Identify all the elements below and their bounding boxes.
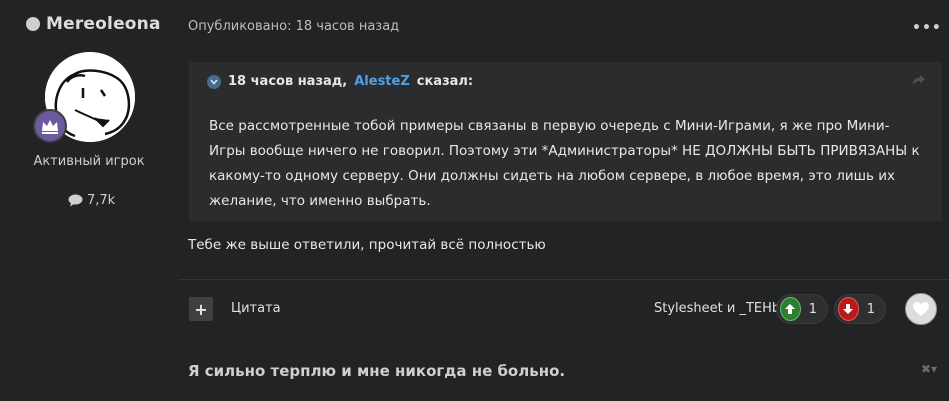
post-reply-text: Тебе же выше ответили, прочитай всё полн… [188, 237, 546, 253]
post-date[interactable]: Опубликовано: 18 часов назад [188, 19, 399, 34]
author-panel: Mereoleona Активный игрок 7,7k [0, 0, 178, 401]
author-rank: Активный игрок [33, 154, 145, 169]
like-button[interactable] [905, 293, 937, 325]
chevron-down-icon[interactable] [207, 74, 221, 89]
quote-time: 18 часов назад, [228, 74, 348, 89]
author-name-row: Mereoleona [26, 14, 161, 34]
crown-badge-icon [33, 109, 67, 143]
signature-close-icon[interactable]: ✖▾ [921, 362, 937, 376]
quote-body: Все рассмотренные тобой примеры связаны … [209, 118, 920, 209]
signature: Я сильно терплю и мне никогда не больно. [188, 362, 566, 380]
reactors-list[interactable]: Stylesheet и _TEHb_ [654, 301, 787, 316]
post-count-value: 7,7k [87, 193, 116, 208]
quote-said: сказал: [416, 74, 474, 89]
quote-author-link[interactable]: AlesteZ [354, 74, 410, 89]
quote-header: 18 часов назад, AlesteZ сказал: [207, 74, 473, 89]
post-count[interactable]: 7,7k [68, 193, 115, 208]
arrow-down-icon [838, 297, 859, 321]
author-name[interactable]: Mereoleona [46, 14, 161, 34]
heart-icon [913, 302, 929, 316]
upvote-button[interactable]: 1 [776, 294, 828, 324]
quote-block: 18 часов назад, AlesteZ сказал: Все расс… [189, 62, 942, 221]
share-arrow-icon[interactable] [912, 74, 926, 90]
divider [178, 279, 949, 280]
speech-bubble-icon [68, 194, 83, 207]
online-status-dot [26, 17, 40, 31]
arrow-up-icon [780, 297, 801, 321]
downvote-count: 1 [866, 301, 875, 317]
more-options-button[interactable]: ••• [912, 20, 942, 36]
downvote-button[interactable]: 1 [834, 294, 886, 324]
upvote-count: 1 [808, 301, 817, 317]
quote-button[interactable]: + [189, 297, 213, 321]
quote-label[interactable]: Цитата [231, 301, 281, 316]
